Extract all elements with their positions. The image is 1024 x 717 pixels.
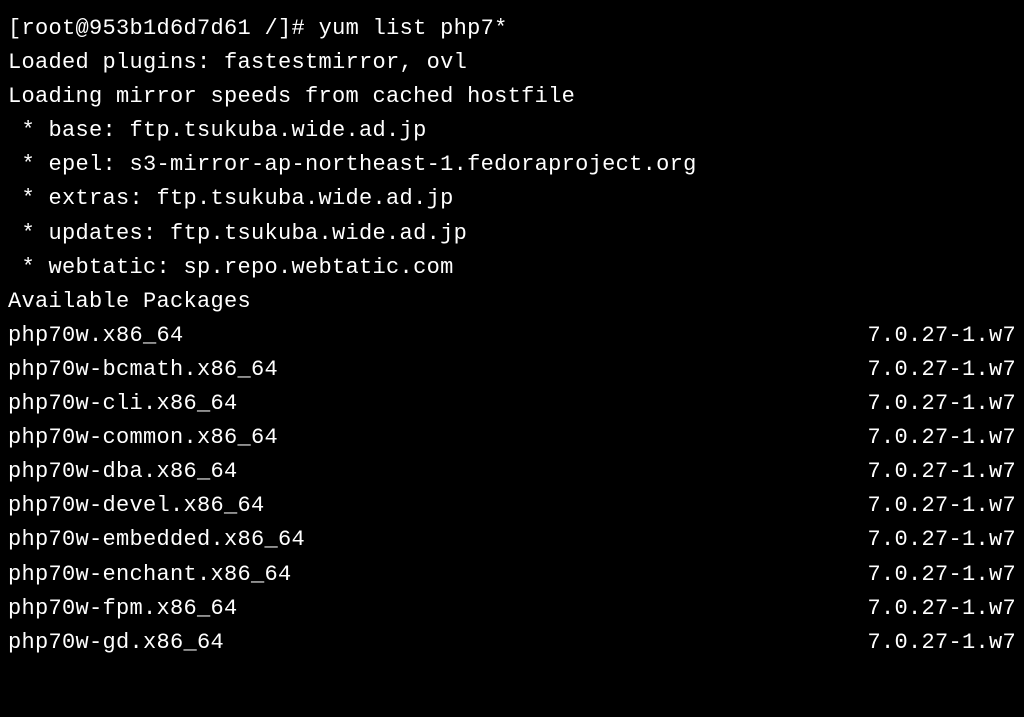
- command-text: yum list php7*: [319, 16, 508, 41]
- package-row: php70w-embedded.x86_64 7.0.27-1.w7: [8, 523, 1016, 557]
- plugins-line: Loaded plugins: fastestmirror, ovl: [8, 46, 1016, 80]
- mirror-line: * updates: ftp.tsukuba.wide.ad.jp: [8, 217, 1016, 251]
- package-row: php70w-devel.x86_64 7.0.27-1.w7: [8, 489, 1016, 523]
- package-version: 7.0.27-1.w7: [867, 523, 1016, 557]
- package-version: 7.0.27-1.w7: [867, 455, 1016, 489]
- package-name: php70w-common.x86_64: [8, 421, 278, 455]
- mirror-line: * extras: ftp.tsukuba.wide.ad.jp: [8, 182, 1016, 216]
- package-name: php70w-dba.x86_64: [8, 455, 238, 489]
- terminal-output[interactable]: [root@953b1d6d7d61 /]# yum list php7* Lo…: [8, 12, 1016, 660]
- package-version: 7.0.27-1.w7: [867, 319, 1016, 353]
- package-row: php70w-dba.x86_64 7.0.27-1.w7: [8, 455, 1016, 489]
- package-version: 7.0.27-1.w7: [867, 626, 1016, 660]
- package-name: php70w-bcmath.x86_64: [8, 353, 278, 387]
- mirror-line: * epel: s3-mirror-ap-northeast-1.fedorap…: [8, 148, 1016, 182]
- prompt-line: [root@953b1d6d7d61 /]# yum list php7*: [8, 12, 1016, 46]
- package-version: 7.0.27-1.w7: [867, 421, 1016, 455]
- mirror-line: * webtatic: sp.repo.webtatic.com: [8, 251, 1016, 285]
- package-name: php70w.x86_64: [8, 319, 184, 353]
- package-version: 7.0.27-1.w7: [867, 353, 1016, 387]
- loading-line: Loading mirror speeds from cached hostfi…: [8, 80, 1016, 114]
- package-row: php70w-fpm.x86_64 7.0.27-1.w7: [8, 592, 1016, 626]
- package-version: 7.0.27-1.w7: [867, 489, 1016, 523]
- package-name: php70w-devel.x86_64: [8, 489, 265, 523]
- package-row: php70w-gd.x86_64 7.0.27-1.w7: [8, 626, 1016, 660]
- package-version: 7.0.27-1.w7: [867, 387, 1016, 421]
- package-version: 7.0.27-1.w7: [867, 592, 1016, 626]
- package-row: php70w.x86_64 7.0.27-1.w7: [8, 319, 1016, 353]
- package-row: php70w-cli.x86_64 7.0.27-1.w7: [8, 387, 1016, 421]
- package-name: php70w-cli.x86_64: [8, 387, 238, 421]
- package-row: php70w-enchant.x86_64 7.0.27-1.w7: [8, 558, 1016, 592]
- package-row: php70w-bcmath.x86_64 7.0.27-1.w7: [8, 353, 1016, 387]
- package-row: php70w-common.x86_64 7.0.27-1.w7: [8, 421, 1016, 455]
- mirror-line: * base: ftp.tsukuba.wide.ad.jp: [8, 114, 1016, 148]
- shell-prompt: [root@953b1d6d7d61 /]#: [8, 16, 305, 41]
- package-name: php70w-fpm.x86_64: [8, 592, 238, 626]
- package-name: php70w-embedded.x86_64: [8, 523, 305, 557]
- package-version: 7.0.27-1.w7: [867, 558, 1016, 592]
- section-header: Available Packages: [8, 285, 1016, 319]
- package-name: php70w-enchant.x86_64: [8, 558, 292, 592]
- package-name: php70w-gd.x86_64: [8, 626, 224, 660]
